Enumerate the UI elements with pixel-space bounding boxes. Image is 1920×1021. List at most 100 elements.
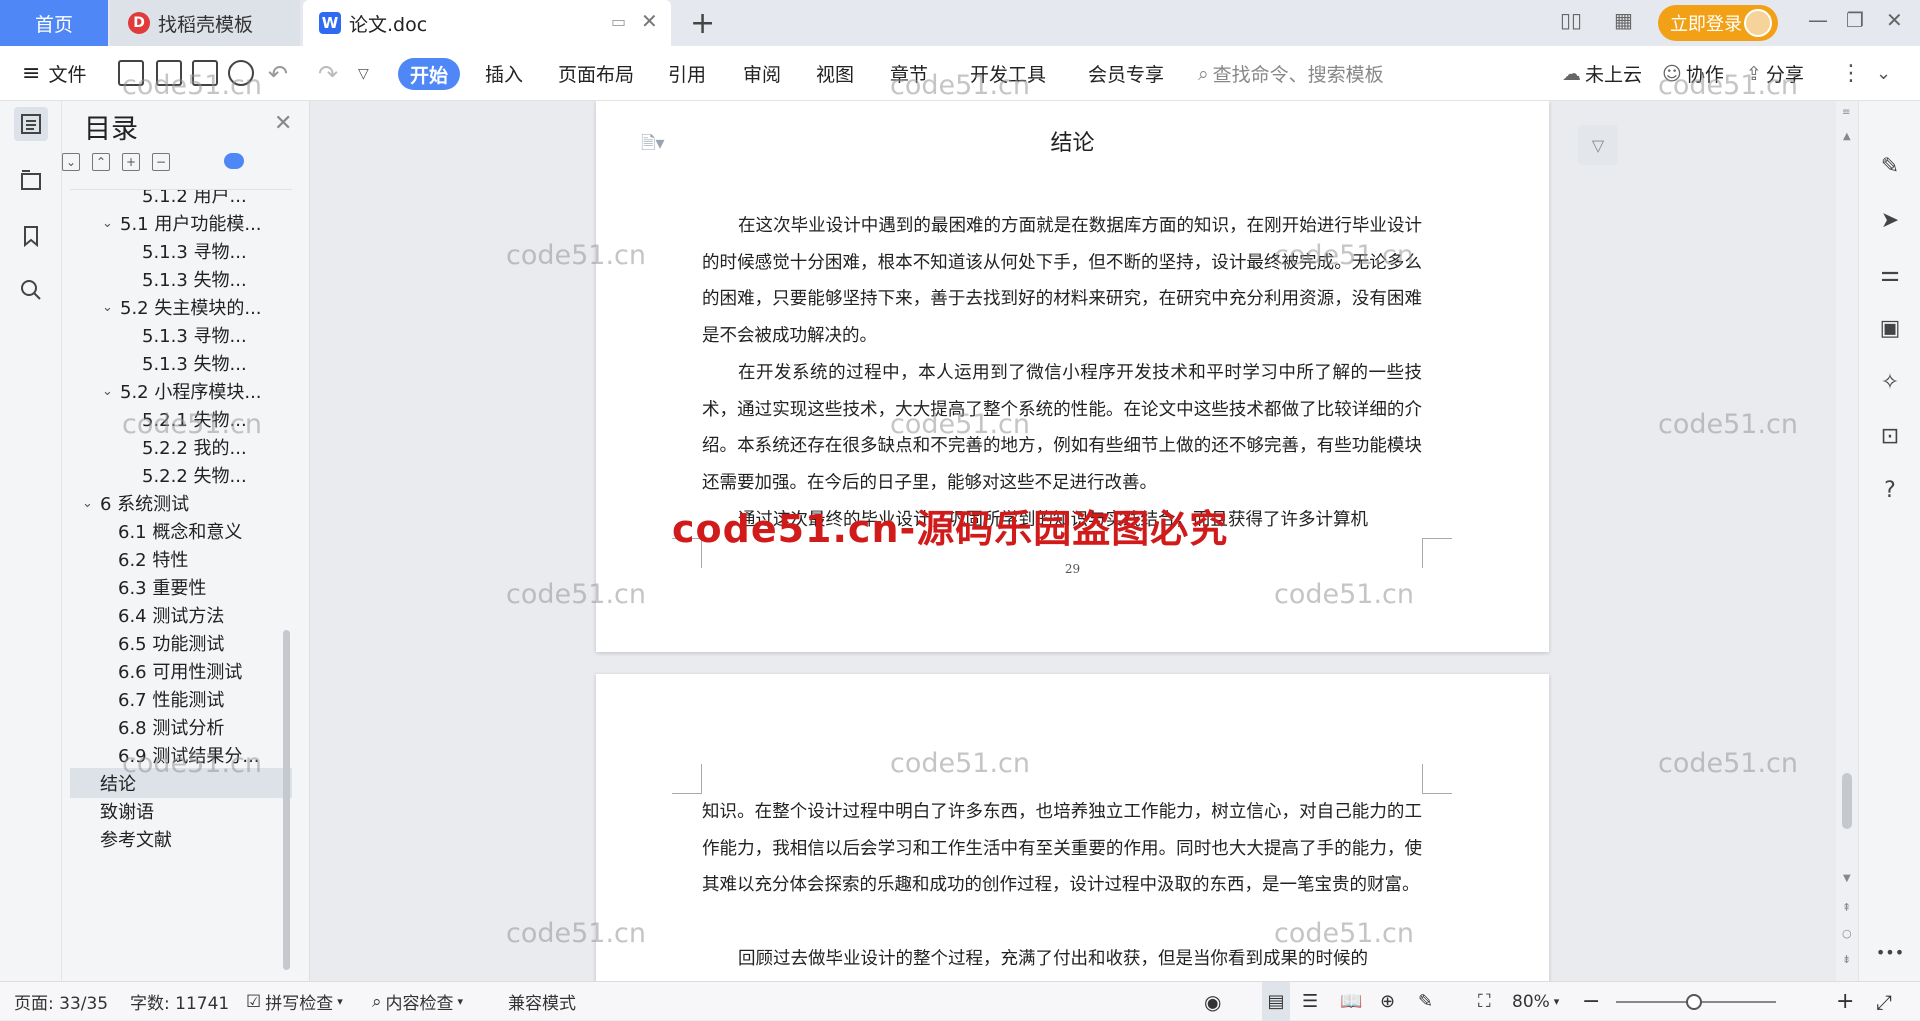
next-page-icon[interactable]: ⇟ <box>1842 953 1851 966</box>
scroll-up-icon[interactable]: ▲ <box>1843 131 1851 142</box>
prev-page-icon[interactable]: ⇞ <box>1842 901 1851 914</box>
tab-review[interactable]: 审阅 <box>743 46 781 101</box>
more-tools-icon[interactable]: ••• <box>1876 939 1904 965</box>
zoom-out-icon[interactable]: − <box>1582 982 1600 1021</box>
outline-icon[interactable] <box>14 163 48 197</box>
toc-item[interactable]: 6.8 测试分析 <box>70 712 292 742</box>
toc-item[interactable]: 6.3 重要性 <box>70 572 292 602</box>
docer-logo-icon: D <box>128 12 150 34</box>
vertical-scrollbar[interactable]: ≡ ▲ ▼ ⇞ ○ ⇟ <box>1836 101 1858 981</box>
more-icon[interactable]: ⋮ <box>1840 46 1862 101</box>
toc-item[interactable]: ⌄ 5.2 失主模块的... <box>70 292 292 322</box>
toc-item[interactable]: 6.2 特性 <box>70 544 292 574</box>
undo-icon[interactable]: ↶ <box>268 46 288 101</box>
tab-start[interactable]: 开始 <box>398 58 460 90</box>
toc-item[interactable]: 6.7 性能测试 <box>70 684 292 714</box>
command-search[interactable]: ⌕ 查找命令、搜索模板 <box>1198 46 1384 101</box>
pointer-icon[interactable]: ➤ <box>1877 207 1903 233</box>
pen-icon[interactable]: ✎ <box>1877 153 1903 179</box>
zoom-in-icon[interactable]: + <box>1836 982 1854 1021</box>
toc-item[interactable]: 6.6 可用性测试 <box>70 656 292 686</box>
toc-panel-icon[interactable] <box>14 107 48 141</box>
tab-templates[interactable]: D 找稻壳模板 <box>110 0 300 46</box>
tab-view[interactable]: 视图 <box>816 46 854 101</box>
word-count[interactable]: 字数: 11741 <box>130 982 229 1021</box>
scroll-top-icon[interactable]: ≡ <box>1842 107 1850 118</box>
toc-options-icon[interactable] <box>224 153 244 169</box>
toc-item[interactable]: 5.1.3 失物... <box>70 264 292 294</box>
zoom-level[interactable]: 80% ▾ <box>1512 982 1559 1021</box>
chevron-down-icon[interactable]: ⌄ <box>102 384 120 399</box>
scroll-thumb[interactable] <box>1842 773 1852 829</box>
left-icon-rail <box>0 101 62 981</box>
file-menu[interactable]: ≡ 文件 <box>22 46 86 101</box>
find-icon[interactable] <box>14 273 48 307</box>
toc-item[interactable]: 5.1.3 寻物... <box>70 236 292 266</box>
chevron-down-icon[interactable]: ⌄ <box>102 216 120 231</box>
collapse-all-icon[interactable]: ⌄ <box>62 153 80 171</box>
tab-references[interactable]: 引用 <box>668 46 706 101</box>
tab-document[interactable]: W 论文.doc ▭ ✕ <box>303 0 671 46</box>
restore-icon[interactable]: ❐ <box>1846 8 1864 32</box>
bookmark-icon[interactable] <box>14 219 48 253</box>
image-edit-icon[interactable]: ▣ <box>1877 315 1903 341</box>
expand-all-icon[interactable]: ⌃ <box>92 153 110 171</box>
collapse-ribbon-icon[interactable]: ⌄ <box>1876 46 1891 101</box>
toc-item[interactable]: ⌄ 5.1 用户功能模... <box>70 208 292 238</box>
close-window-icon[interactable]: ✕ <box>1886 8 1903 32</box>
eye-protection-icon[interactable]: ◉ <box>1204 982 1221 1021</box>
cloud-status[interactable]: ☁ 未上云 <box>1562 46 1642 101</box>
ai-assistant-icon[interactable]: ✧ <box>1877 369 1903 395</box>
layout-icon[interactable]: ▯▯ <box>1560 8 1582 32</box>
write-view-icon[interactable]: ✎ <box>1418 982 1433 1021</box>
watermark: code51.cn <box>1274 918 1415 949</box>
select-browse-icon[interactable]: ○ <box>1842 927 1852 940</box>
page-view-icon[interactable]: ▤ <box>1262 982 1290 1021</box>
grid-apps-icon[interactable]: ▦ <box>1614 8 1633 32</box>
toc-item[interactable]: 5.1.3 失物... <box>70 348 292 378</box>
toc-item[interactable]: ⌄ 6 系统测试 <box>70 488 292 518</box>
toc-item[interactable]: 6.1 概念和意义 <box>70 516 292 546</box>
watermark: code51.cn <box>1274 240 1415 271</box>
toc-item[interactable]: 5.1.2 用户... <box>70 190 292 210</box>
zoom-slider-thumb[interactable] <box>1686 993 1702 1010</box>
toc-item[interactable]: 5.2.2 失物... <box>70 460 292 490</box>
content-check-button[interactable]: ⌕ 内容检查 ▾ <box>372 982 463 1021</box>
page-indicator[interactable]: 页面: 33/35 <box>14 982 108 1021</box>
tab-page-layout[interactable]: 页面布局 <box>558 46 634 101</box>
toc-item[interactable]: ⌄ 5.2 小程序模块... <box>70 376 292 406</box>
login-button[interactable]: 立即登录 <box>1658 5 1778 41</box>
redo-icon[interactable]: ↷ <box>318 46 338 101</box>
toc-item[interactable]: 5.1.3 寻物... <box>70 320 292 350</box>
adjust-icon[interactable]: ⚌ <box>1877 261 1903 287</box>
zoom-slider[interactable] <box>1616 982 1776 1021</box>
reading-view-icon[interactable]: 📖 <box>1340 982 1362 1021</box>
remove-heading-icon[interactable]: − <box>152 153 170 171</box>
fit-page-icon[interactable]: ⛶ <box>1478 982 1491 1021</box>
minimize-icon[interactable]: — <box>1808 8 1828 32</box>
new-tab-button[interactable]: + <box>690 6 715 41</box>
scroll-down-icon[interactable]: ▼ <box>1843 873 1851 884</box>
tab-member[interactable]: 会员专享 <box>1088 46 1164 101</box>
quick-access-dropdown-icon[interactable]: ▽ <box>358 46 369 101</box>
chevron-down-icon[interactable]: ⌄ <box>102 300 120 315</box>
toc-item[interactable]: 参考文献 <box>70 824 292 854</box>
add-heading-icon[interactable]: + <box>122 153 140 171</box>
tab-insert[interactable]: 插入 <box>485 46 523 101</box>
close-icon[interactable]: ✕ <box>274 111 292 136</box>
toc-item[interactable]: 致谢语 <box>70 796 292 826</box>
book-search-icon[interactable]: ⊡ <box>1877 423 1903 449</box>
toc-item[interactable]: 6.4 测试方法 <box>70 600 292 630</box>
help-icon[interactable]: ? <box>1877 477 1903 503</box>
filter-icon[interactable]: ▽ <box>1578 125 1618 165</box>
spell-check-button[interactable]: ☑ 拼写检查 ▾ <box>246 982 343 1021</box>
pin-icon[interactable]: ▭ <box>611 12 626 31</box>
toc-scrollbar[interactable] <box>283 630 290 970</box>
close-tab-icon[interactable]: ✕ <box>641 9 658 33</box>
toc-item[interactable]: 6.5 功能测试 <box>70 628 292 658</box>
outline-view-icon[interactable]: ☰ <box>1302 982 1318 1021</box>
chevron-down-icon[interactable]: ⌄ <box>82 496 100 511</box>
tab-home[interactable]: 首页 <box>0 0 108 46</box>
fullscreen-icon[interactable]: ⤢ <box>1876 982 1892 1021</box>
web-view-icon[interactable]: ⊕ <box>1380 982 1395 1021</box>
